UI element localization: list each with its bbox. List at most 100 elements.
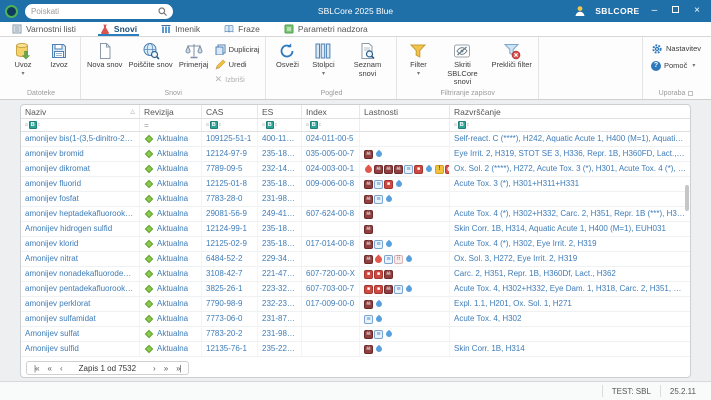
filter-button[interactable]: Filter ▾ <box>401 40 435 78</box>
column-header-revizija[interactable]: Revizija <box>140 105 202 118</box>
search-icon[interactable] <box>158 6 167 16</box>
cell-cas: 12124-99-1 <box>202 222 258 236</box>
column-header-es[interactable]: ES <box>258 105 302 118</box>
cell-cas: 12125-02-9 <box>202 237 258 251</box>
status-current-icon <box>144 194 154 204</box>
pomoc-button[interactable]: ? Pomoč ▾ <box>650 59 695 72</box>
scales-icon <box>185 43 203 58</box>
doc-pictogram-icon: ≡ <box>374 329 383 339</box>
pager-next-page-button[interactable]: » <box>162 364 169 373</box>
status-current-icon <box>144 254 154 264</box>
cell-index: 607-624-00-8 <box>302 207 360 221</box>
cell-es: 232-235-1 <box>258 297 302 311</box>
tox-pictogram-icon: ☠ <box>364 299 373 309</box>
pager-next-button[interactable]: › <box>151 364 157 373</box>
primerjaj-button[interactable]: Primerjaj <box>177 40 211 71</box>
table-row[interactable]: amonijev bis(1-(3,5-dinitro-2-oksidof...… <box>21 132 690 147</box>
tab-imenik[interactable]: Imenik <box>159 22 202 36</box>
column-header-razvrscanje[interactable]: Razvrščanje <box>450 105 690 118</box>
tab-snovi[interactable]: Snovi <box>97 22 140 36</box>
table-row[interactable]: amonijev fluorid Aktualna 12125-01-8 235-18… <box>21 177 690 192</box>
filter-cell-naziv[interactable]: aBc <box>21 119 140 131</box>
app-icon[interactable] <box>5 4 18 18</box>
uvoz-button[interactable]: Uvoz ▾ <box>6 40 40 78</box>
ribbon-group-datoteke: Uvoz ▾ Izvoz Datoteke <box>2 37 81 99</box>
table-row[interactable]: amonijev nonadekafluorodekanoat Aktualna 3… <box>21 267 690 282</box>
filter-abc-icon: aBc <box>454 121 470 129</box>
dupliciraj-button[interactable]: Dupliciraj <box>215 43 259 56</box>
cell-revizija: Aktualna <box>140 162 202 176</box>
izvoz-button[interactable]: Izvoz <box>42 40 76 71</box>
scrollbar-thumb[interactable] <box>685 185 689 211</box>
filter-cell-lastnosti[interactable] <box>360 119 450 131</box>
tab-parametri-nadzora[interactable]: Parametri nadzora <box>282 22 370 36</box>
nastavitev-button[interactable]: Nastavitev <box>651 42 701 55</box>
table-row[interactable]: amonijev fosfat Aktualna 7783-28-0 231-987-… <box>21 192 690 207</box>
tab-fraze[interactable]: Fraze <box>222 22 262 36</box>
pager-prev-page-button[interactable]: « <box>46 364 53 373</box>
filter-cell-index[interactable]: aBc <box>302 119 360 131</box>
column-header-cas[interactable]: CAS <box>202 105 258 118</box>
osvezi-button[interactable]: Osveži <box>270 40 304 71</box>
cell-naziv: amonijev bromid <box>21 147 140 161</box>
cell-index: 035-005-00-7 <box>302 147 360 161</box>
table-row[interactable]: amonijev pentadekafluorooktanoat Aktualna… <box>21 282 690 297</box>
preklici-filter-button[interactable]: Prekliči filter <box>489 40 533 71</box>
table-row[interactable]: Amonijev nitrat Aktualna 6484-52-2 229-347-… <box>21 252 690 267</box>
status-current-icon <box>144 344 154 354</box>
uredi-button[interactable]: Uredi <box>215 58 260 71</box>
table-row[interactable]: amonijev klorid Aktualna 12125-02-9 235-186… <box>21 237 690 252</box>
filter-cell-cas[interactable]: aBc <box>202 119 258 131</box>
close-button[interactable]: × <box>691 6 703 16</box>
search-input[interactable] <box>31 6 154 16</box>
skriti-sblcore-snovi-button[interactable]: Skriti SBLCore snovi <box>437 40 487 88</box>
poiscite-snov-button[interactable]: Poiščite snov <box>126 40 174 71</box>
tab-label: Fraze <box>238 24 260 34</box>
table-row[interactable]: amonijev dikromat Aktualna 7789-09-5 232-14… <box>21 162 690 177</box>
table-row[interactable]: amonijev heptadekafluorooktansulfo...Akt… <box>21 207 690 222</box>
tox-pictogram-icon: ☠ <box>364 329 373 339</box>
cell-razvrscanje: Skin Corr. 1B, H314, Aquatic Acute 1, H4… <box>454 224 666 233</box>
cell-lastnosti: ■ ■ ☠ ≡ <box>360 282 450 296</box>
ribbon-expander-icon[interactable] <box>688 90 694 96</box>
ribbon-group-filtriranje: Filter ▾ Skriti SBLCore snovi Prekliči f… <box>397 37 539 99</box>
cell-lastnosti: ☠☠☠≡■!☻ <box>360 162 450 176</box>
column-header-index[interactable]: Index <box>302 105 360 118</box>
scrollbar[interactable] <box>684 120 689 357</box>
tab-varnostni-listi[interactable]: Varnostni listi <box>10 22 78 36</box>
status-current-icon <box>144 164 154 174</box>
column-header-naziv[interactable]: Naziv △ <box>21 105 140 118</box>
table-row[interactable]: amonijev perklorat Aktualna 7790-98-9 232-2… <box>21 297 690 312</box>
doc-pictogram-icon: ≡ <box>374 194 383 204</box>
cell-razvrscanje: Ox. Sol. 2 (****), H272, Acute Tox. 3 (*… <box>454 164 690 173</box>
button-label: Uvoz <box>14 60 32 69</box>
filter-cell-revizija[interactable]: = <box>140 119 202 131</box>
table-row[interactable]: Amonijev sulfid Aktualna 12135-76-1 235-223… <box>21 342 690 357</box>
minimize-button[interactable]: – <box>649 6 661 16</box>
status-current-icon <box>144 314 154 324</box>
seznam-snovi-button[interactable]: Seznam snovi <box>342 40 392 79</box>
table-row[interactable]: amonijev sulfamidat Aktualna 7773-06-0 231-… <box>21 312 690 327</box>
chevron-down-icon: ▾ <box>321 70 325 77</box>
table-row[interactable]: Amonijev hidrogen sulfid Aktualna 12124-99… <box>21 222 690 237</box>
nova-snov-button[interactable]: Nova snov <box>85 40 124 71</box>
pager-prev-button[interactable]: ‹ <box>58 364 64 373</box>
stot-pictogram-icon: ■ <box>374 284 383 294</box>
stolpci-button[interactable]: Stolpci ▾ <box>306 40 340 78</box>
pager-first-button[interactable]: |« <box>32 364 41 373</box>
pager-last-button[interactable]: »| <box>174 364 183 373</box>
export-floppy-icon <box>52 43 66 58</box>
izbrisi-button[interactable]: ✕ Izbriši <box>215 73 260 86</box>
filter-cell-es[interactable]: aBc <box>258 119 302 131</box>
green-square-icon <box>284 24 294 34</box>
table-row[interactable]: Amonijev sulfat Aktualna 7783-20-2 231-984-… <box>21 327 690 342</box>
cell-cas: 7790-98-9 <box>202 297 258 311</box>
filter-cell-razvrscanje[interactable]: aBc <box>450 119 690 131</box>
account-label[interactable]: SBLCORE <box>595 6 639 16</box>
column-header-lastnosti[interactable]: Lastnosti <box>360 105 450 118</box>
maximize-button[interactable] <box>669 6 682 16</box>
tox-pictogram-icon: ☠ <box>364 344 373 354</box>
tox-pictogram-icon: ☠ <box>364 194 373 204</box>
search-box[interactable] <box>25 3 173 19</box>
table-row[interactable]: amonijev bromid Aktualna 12124-97-9 235-183… <box>21 147 690 162</box>
